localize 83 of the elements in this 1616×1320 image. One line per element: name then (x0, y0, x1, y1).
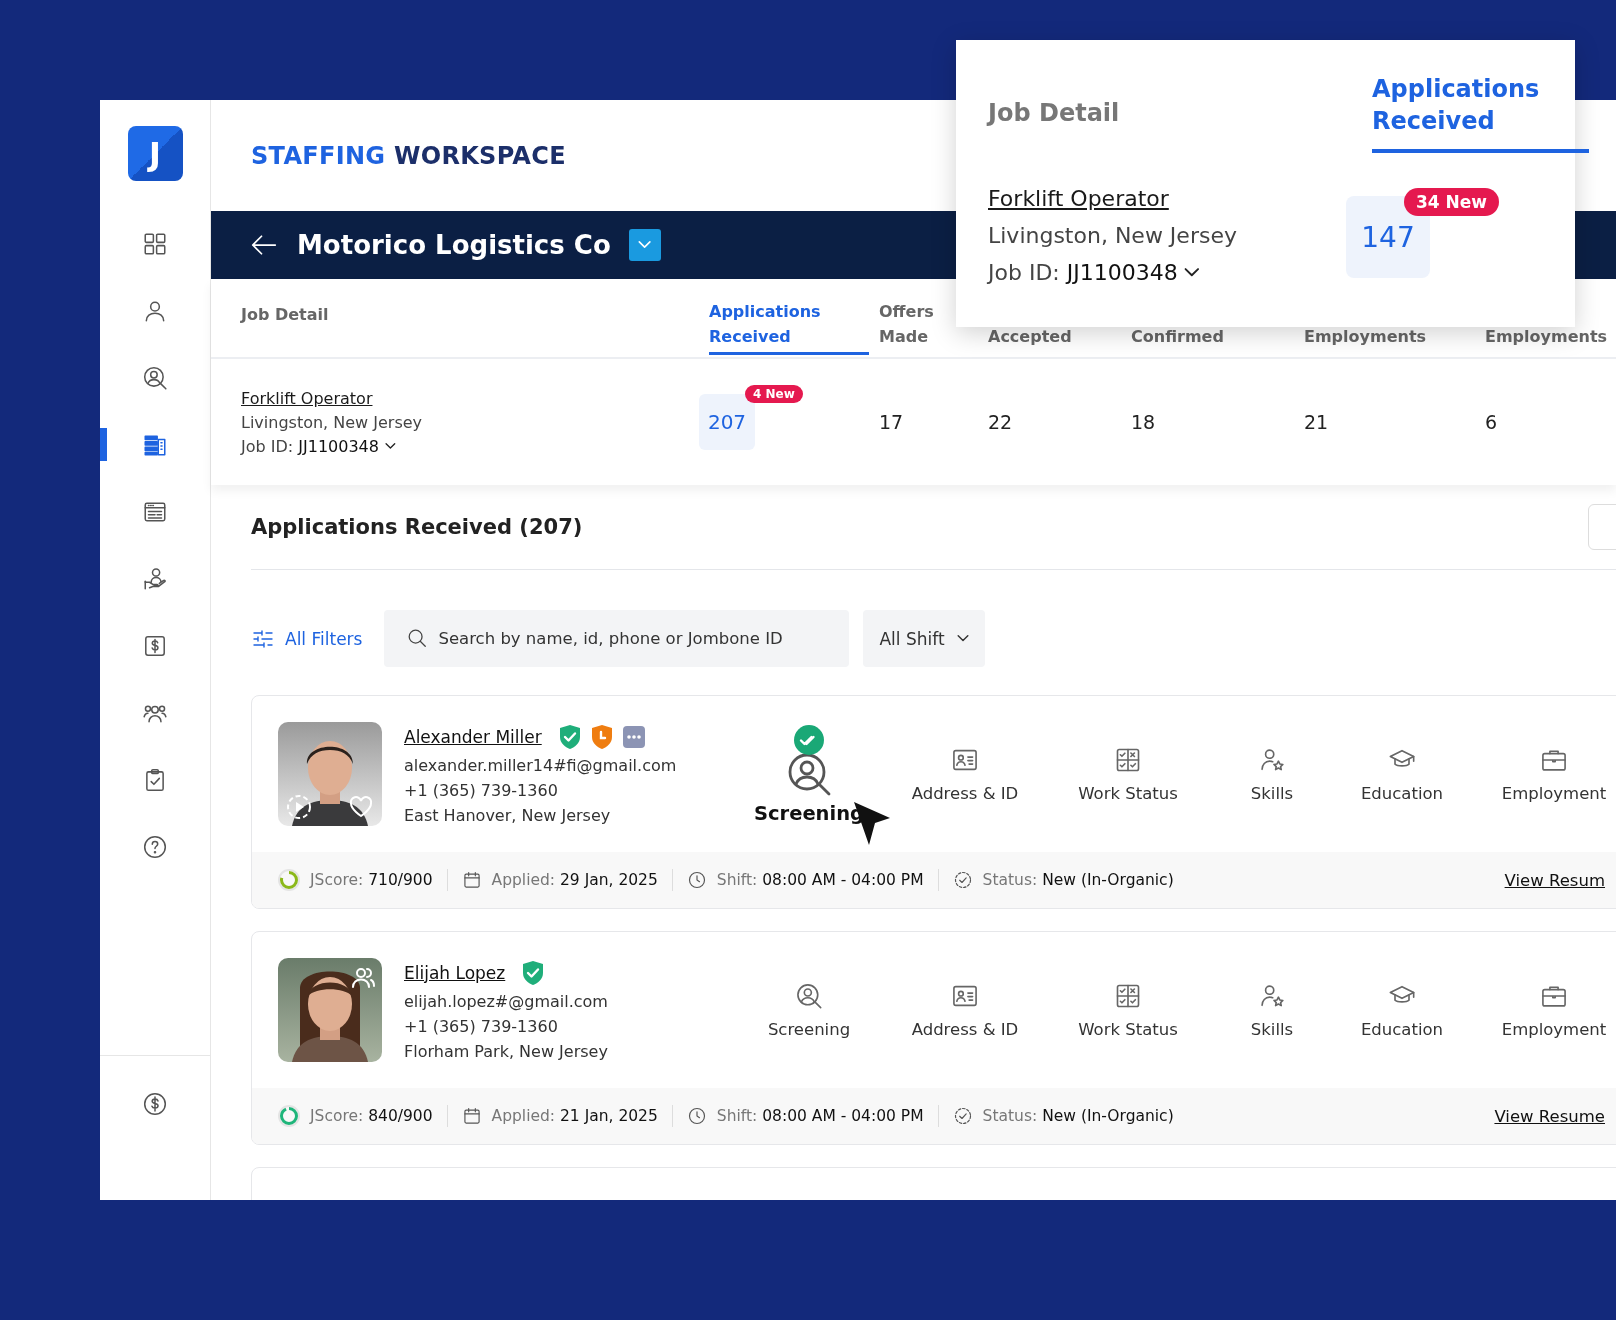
check-circle-icon (952, 870, 973, 890)
chevron-down-icon (385, 443, 396, 449)
search-icon (406, 627, 429, 649)
count-value: 17 (879, 411, 904, 433)
view-resume-link[interactable]: View Resum (1504, 870, 1616, 890)
help-icon (142, 833, 168, 860)
column-header: Job Detail (241, 303, 330, 326)
step-tab[interactable]: Skills (1250, 745, 1294, 803)
count-value: 21 (1304, 411, 1329, 433)
candidate-email: alexander.miller14#fi@gmail.com (404, 755, 678, 775)
applied-date: Applied: 21 Jan, 2025 (491, 1107, 658, 1125)
column-header: Job Detail (988, 98, 1121, 129)
workspace-title: STAFFING WORKSPACE (251, 141, 566, 170)
candidate-location: Florham Park, New Jersey (404, 1041, 609, 1061)
clock-icon (686, 1106, 707, 1126)
play-icon[interactable] (286, 794, 312, 820)
column-header: Confirmed (1130, 326, 1225, 348)
candidate-name-link[interactable]: Elijah Lopez (404, 962, 506, 983)
job-id: Job ID: JJ1100348 (241, 436, 379, 456)
clock-icon (686, 870, 707, 890)
candidate-location: East Hanover, New Jersey (404, 805, 612, 825)
more-icon (621, 724, 646, 749)
applied-date: Applied: 29 Jan, 2025 (491, 871, 658, 889)
tab[interactable]: Applications Received (699, 299, 869, 357)
status-text: Status: New (In-Organic) (982, 871, 1174, 889)
job-location: Livingston, New Jersey (241, 412, 424, 432)
shield-check-icon (557, 723, 582, 750)
app-logo[interactable]: J (127, 126, 183, 181)
column-header: Accepted (987, 326, 1073, 348)
job-id: Job ID: JJ1100348 (988, 260, 1178, 285)
candidate-email: elijah.lopez#@gmail.com (404, 991, 609, 1011)
candidate-phone: +1 (365) 739-1360 (404, 1016, 559, 1036)
score-text: JScore: 840/900 (310, 1107, 433, 1125)
search-field[interactable]: Search by name, id, phone or Jombone ID (384, 610, 850, 667)
check-circle-icon (952, 1106, 973, 1126)
status-text: Status: New (In-Organic) (982, 1107, 1174, 1125)
grid-icon (142, 230, 168, 257)
job-title-link[interactable]: Forklift Operator (988, 186, 1346, 211)
dollar-coin-icon (142, 1090, 168, 1117)
job-location: Livingston, New Jersey (988, 223, 1238, 248)
job-title-link[interactable]: Forklift Operator (241, 388, 699, 408)
chevron-down-icon (638, 241, 652, 249)
step-tab[interactable]: Skills (1250, 981, 1294, 1039)
person-search-icon (142, 364, 168, 391)
step-tab[interactable]: Education (1360, 981, 1444, 1039)
filters-button[interactable]: All Filters (251, 626, 371, 651)
score-text: JScore: 710/900 (310, 871, 433, 889)
shield-check-icon (521, 959, 546, 986)
candidate-name-link[interactable]: Alexander Miller (404, 726, 542, 747)
column-header: Employments (1484, 326, 1609, 348)
count-value: 18 (1131, 411, 1156, 433)
company-dropdown[interactable] (628, 229, 661, 261)
tab[interactable]: Applications Received (1372, 73, 1590, 153)
person-search-icon (795, 981, 823, 1010)
chevron-down-icon (956, 635, 969, 642)
company-name: Motorico Logistics Co (297, 230, 611, 260)
step-tab[interactable]: Education (1360, 745, 1444, 803)
shift-dropdown[interactable]: All Shift (863, 610, 985, 667)
column-header: Employments (1303, 326, 1428, 348)
candidate-phone: +1 (365) 739-1360 (404, 780, 559, 800)
calendar-icon (461, 870, 482, 890)
heart-icon[interactable] (348, 794, 374, 820)
chevron-down-icon (1183, 268, 1200, 277)
hand-person-icon (142, 565, 168, 592)
new-badge: 34 New (1404, 188, 1500, 216)
count-value: 6 (1485, 411, 1498, 433)
shift-time: Shift: 08:00 AM - 04:00 PM (716, 871, 924, 889)
new-badge: 4 New (745, 385, 803, 403)
shift-time: Shift: 08:00 AM - 04:00 PM (716, 1107, 924, 1125)
count-value: 22 (988, 411, 1013, 433)
step-tab[interactable]: Employment (1501, 745, 1607, 803)
step-tab[interactable]: Screening (767, 981, 851, 1039)
section-title: Applications Received (207) (251, 515, 583, 539)
step-tab[interactable]: Work Status (1078, 981, 1178, 1039)
step-tab[interactable]: Address & ID (911, 745, 1019, 803)
step-tab[interactable]: Address & ID (911, 981, 1019, 1039)
calendar-icon (461, 1106, 482, 1126)
step-tab[interactable]: Employment (1501, 981, 1607, 1039)
check-badge-icon (793, 723, 825, 756)
view-resume-link[interactable]: View Resume (1494, 1106, 1616, 1126)
column-header: Offers Made (878, 301, 935, 348)
shield-clock-icon (589, 723, 614, 750)
step-tab[interactable]: Work Status (1078, 745, 1178, 803)
